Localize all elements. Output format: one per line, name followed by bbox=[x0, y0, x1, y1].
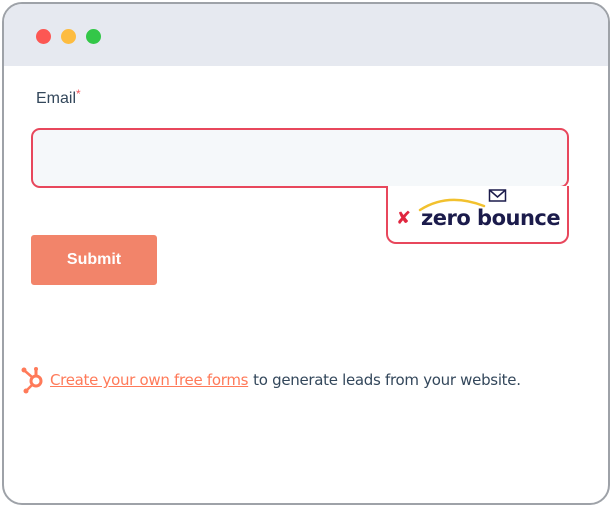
footer-text: to generate leads from your website. bbox=[253, 371, 521, 389]
zerobounce-logo: zero bounce bbox=[421, 206, 561, 230]
window-close-button[interactable] bbox=[36, 29, 51, 44]
zerobounce-validation-badge: ✘ zero bounce bbox=[386, 186, 569, 244]
required-asterisk: * bbox=[76, 87, 81, 101]
envelope-icon bbox=[488, 189, 507, 202]
email-label-text: Email bbox=[36, 90, 77, 107]
window-minimize-button[interactable] bbox=[61, 29, 76, 44]
hubspot-footer: Create your own free forms to generate l… bbox=[18, 365, 521, 395]
x-mark-icon: ✘ bbox=[396, 208, 412, 229]
create-free-forms-link[interactable]: Create your own free forms bbox=[50, 371, 248, 389]
hubspot-sprocket-icon bbox=[21, 367, 43, 394]
window-titlebar bbox=[4, 4, 608, 66]
email-input[interactable] bbox=[31, 128, 569, 188]
window-maximize-button[interactable] bbox=[86, 29, 101, 44]
submit-button[interactable]: Submit bbox=[31, 235, 157, 285]
email-label: Email* bbox=[36, 87, 81, 108]
